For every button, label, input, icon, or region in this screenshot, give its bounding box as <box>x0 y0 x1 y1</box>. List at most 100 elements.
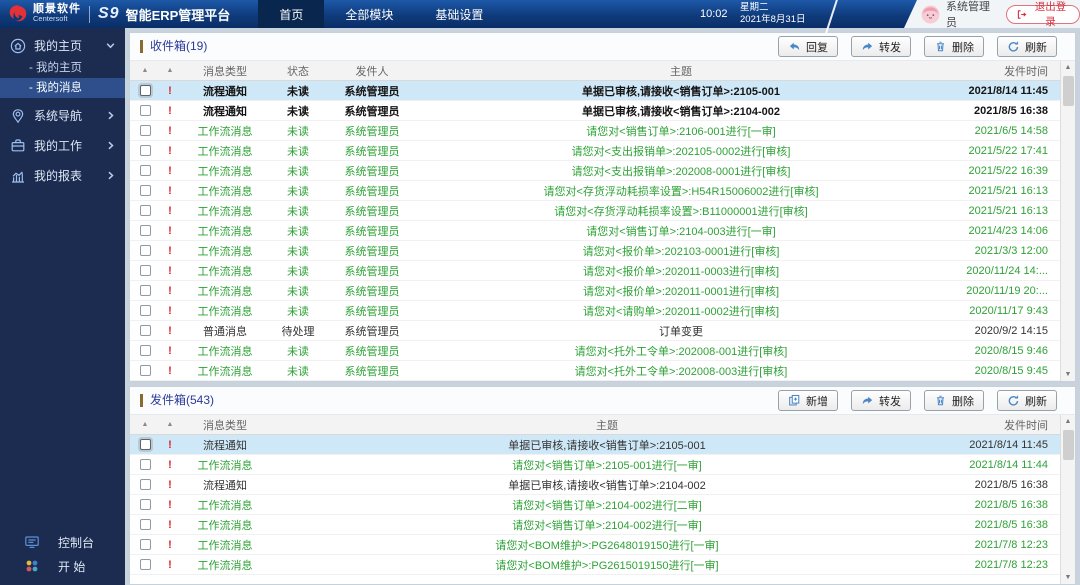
sidebar-item[interactable]: 我的工作 <box>0 133 125 158</box>
message-status: 未读 <box>270 121 326 140</box>
brand: 顺景软件 Centersoft S9 智能ERP管理平台 <box>0 3 230 25</box>
row-checkbox[interactable] <box>140 519 151 530</box>
row-checkbox[interactable] <box>140 459 151 470</box>
new-button[interactable]: 新增 <box>778 390 838 411</box>
brand-divider <box>89 6 90 23</box>
table-row[interactable]: !工作流消息未读系统管理员请您对<支出报销单>:202008-0001进行[审核… <box>130 161 1060 181</box>
row-checkbox[interactable] <box>140 145 151 156</box>
table-row[interactable]: !工作流消息未读系统管理员请您对<报价单>:202103-0001进行[审核]2… <box>130 241 1060 261</box>
sidebar-item[interactable]: 我的主页 <box>0 33 125 58</box>
sort-priority-column[interactable]: ▲ <box>160 415 180 434</box>
message-status: 未读 <box>270 341 326 360</box>
logout-button[interactable]: 退出登录 <box>1006 5 1080 24</box>
refresh-button[interactable]: 刷新 <box>997 390 1057 411</box>
row-checkbox[interactable] <box>140 165 151 176</box>
table-row[interactable]: !工作流消息未读系统管理员请您对<销售订单>:2104-003进行[一审]202… <box>130 221 1060 241</box>
user-avatar[interactable] <box>921 5 940 24</box>
sort-checkbox-column[interactable]: ▲ <box>130 415 160 434</box>
table-row[interactable]: !流程通知未读系统管理员单据已审核,请接收<销售订单>:2105-0012021… <box>130 81 1060 101</box>
row-checkbox[interactable] <box>140 439 151 450</box>
sidebar-footer: 控制台开 始 <box>0 529 125 577</box>
table-row[interactable]: !普通消息待处理系统管理员订单变更2020/9/2 14:15 <box>130 321 1060 341</box>
row-checkbox[interactable] <box>140 185 151 196</box>
nav-tab[interactable]: 全部模块 <box>324 0 414 28</box>
row-checkbox[interactable] <box>140 225 151 236</box>
table-row[interactable]: !工作流消息未读系统管理员请您对<存货浮动耗损率设置>:H54R15006002… <box>130 181 1060 201</box>
nav-tab[interactable]: 首页 <box>258 0 324 28</box>
table-row[interactable]: !工作流消息未读系统管理员请您对<支出报销单>:202105-0002进行[审核… <box>130 141 1060 161</box>
forward-button[interactable]: 转发 <box>851 390 911 411</box>
row-checkbox[interactable] <box>140 539 151 550</box>
sidebar-item[interactable]: 我的报表 <box>0 163 125 188</box>
message-status: 未读 <box>270 161 326 180</box>
chevron-right-icon <box>105 140 116 151</box>
delete-button[interactable]: 删除 <box>924 36 984 57</box>
row-checkbox[interactable] <box>140 85 151 96</box>
row-checkbox[interactable] <box>140 305 151 316</box>
row-checkbox[interactable] <box>140 265 151 276</box>
row-checkbox[interactable] <box>140 205 151 216</box>
sidebar-subitem[interactable]: 我的消息 <box>0 78 125 98</box>
row-checkbox[interactable] <box>140 285 151 296</box>
row-checkbox[interactable] <box>140 125 151 136</box>
reply-button[interactable]: 回复 <box>778 36 838 57</box>
sidebar-footer-item[interactable]: 控制台 <box>0 531 125 553</box>
checkbox-cell <box>130 361 160 380</box>
message-date: 2020/8/15 9:45 <box>944 361 1060 380</box>
button-label: 删除 <box>952 393 974 409</box>
message-type: 工作流消息 <box>180 221 270 240</box>
message-date: 2021/8/14 11:44 <box>944 455 1060 474</box>
row-checkbox[interactable] <box>140 499 151 510</box>
table-row[interactable]: !工作流消息请您对<销售订单>:2104-002进行[二审]2021/8/5 1… <box>130 495 1060 515</box>
sidebar-item[interactable]: 系统导航 <box>0 103 125 128</box>
inbox-table-body: !流程通知未读系统管理员单据已审核,请接收<销售订单>:2105-0012021… <box>130 81 1060 381</box>
table-row[interactable]: !工作流消息请您对<BOM维护>:PG2648019150进行[一审]2021/… <box>130 535 1060 555</box>
table-row[interactable]: !工作流消息未读系统管理员请您对<报价单>:202011-0001进行[审核]2… <box>130 281 1060 301</box>
table-row[interactable]: !工作流消息未读系统管理员请您对<报价单>:202011-0003进行[审核]2… <box>130 261 1060 281</box>
forward-button[interactable]: 转发 <box>851 36 911 57</box>
table-row[interactable]: !工作流消息请您对<销售订单>:2105-001进行[一审]2021/8/14 … <box>130 455 1060 475</box>
message-sender: 系统管理员 <box>326 301 418 320</box>
priority-flag: ! <box>160 535 180 554</box>
inbox-scrollbar[interactable]: ▲ ▼ <box>1060 61 1075 381</box>
scroll-down-icon[interactable]: ▼ <box>1065 571 1072 584</box>
sidebar-footer-item[interactable]: 开 始 <box>0 555 125 577</box>
scroll-thumb[interactable] <box>1063 430 1074 460</box>
scroll-up-icon[interactable]: ▲ <box>1065 415 1072 428</box>
delete-button[interactable]: 删除 <box>924 390 984 411</box>
table-row[interactable]: !工作流消息未读系统管理员请您对<托外工令单>:202008-003进行[审核]… <box>130 361 1060 381</box>
row-checkbox[interactable] <box>140 325 151 336</box>
message-status: 未读 <box>270 81 326 100</box>
sort-checkbox-column[interactable]: ▲ <box>130 61 160 80</box>
scroll-thumb[interactable] <box>1063 76 1074 106</box>
row-checkbox[interactable] <box>140 245 151 256</box>
checkbox-cell <box>130 555 160 574</box>
scroll-up-icon[interactable]: ▲ <box>1065 61 1072 74</box>
row-checkbox[interactable] <box>140 345 151 356</box>
sidebar-subitem[interactable]: 我的主页 <box>0 58 125 78</box>
message-type: 工作流消息 <box>180 181 270 200</box>
table-row[interactable]: !工作流消息未读系统管理员请您对<请购单>:202011-0002进行[审核]2… <box>130 301 1060 321</box>
sort-priority-column[interactable]: ▲ <box>160 61 180 80</box>
table-row[interactable]: !流程通知单据已审核,请接收<销售订单>:2105-0012021/8/14 1… <box>130 435 1060 455</box>
chevron-right-icon <box>105 110 116 121</box>
row-checkbox[interactable] <box>140 365 151 376</box>
table-row[interactable]: !工作流消息未读系统管理员请您对<销售订单>:2106-001进行[一审]202… <box>130 121 1060 141</box>
scroll-down-icon[interactable]: ▼ <box>1065 368 1072 381</box>
column-header-subject: 主题 <box>418 61 944 80</box>
outbox-scrollbar[interactable]: ▲ ▼ <box>1060 415 1075 584</box>
delete-icon <box>934 394 947 407</box>
row-checkbox[interactable] <box>140 479 151 490</box>
refresh-button[interactable]: 刷新 <box>997 36 1057 57</box>
row-checkbox[interactable] <box>140 559 151 570</box>
table-row[interactable]: !流程通知单据已审核,请接收<销售订单>:2104-0022021/8/5 16… <box>130 475 1060 495</box>
table-row[interactable]: !工作流消息未读系统管理员请您对<存货浮动耗损率设置>:B11000001进行[… <box>130 201 1060 221</box>
nav-tab[interactable]: 基础设置 <box>414 0 504 28</box>
table-row[interactable]: !工作流消息未读系统管理员请您对<托外工令单>:202008-001进行[审核]… <box>130 341 1060 361</box>
message-subject: 请您对<托外工令单>:202008-003进行[审核] <box>418 361 944 380</box>
row-checkbox[interactable] <box>140 105 151 116</box>
table-row[interactable]: !工作流消息请您对<BOM维护>:PG2615019150进行[一审]2021/… <box>130 555 1060 575</box>
message-subject: 请您对<请购单>:202011-0002进行[审核] <box>418 301 944 320</box>
table-row[interactable]: !工作流消息请您对<销售订单>:2104-002进行[一审]2021/8/5 1… <box>130 515 1060 535</box>
table-row[interactable]: !流程通知未读系统管理员单据已审核,请接收<销售订单>:2104-0022021… <box>130 101 1060 121</box>
